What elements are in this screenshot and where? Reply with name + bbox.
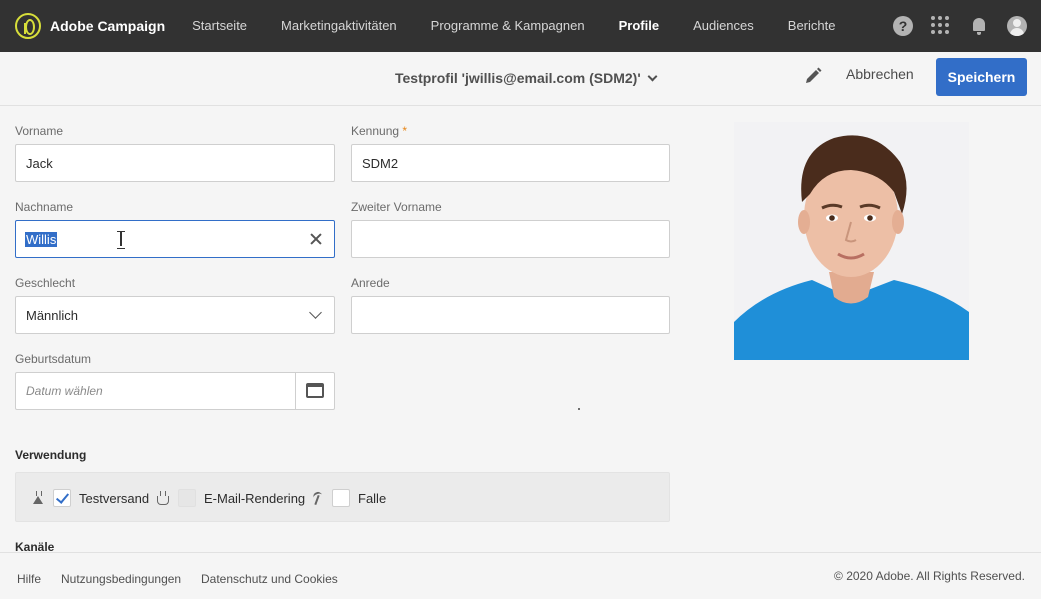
profile-photo[interactable] [734,122,969,360]
usage-email-rendering: E-Mail-Rendering [157,489,305,507]
email-rendering-checkbox[interactable] [178,489,196,507]
date-picker-button[interactable] [295,373,334,409]
calendar-icon [306,383,324,398]
kennung-field[interactable]: SDM2 [351,144,670,182]
vorname-label: Vorname [15,124,64,138]
usage-testversand: Testversand [32,489,149,507]
profile-photo-illustration [734,122,969,360]
trap-icon [311,491,323,505]
verwendung-title: Verwendung [15,448,87,462]
required-mark: * [402,124,408,138]
zweiter-vorname-field[interactable] [351,220,670,258]
falle-label: Falle [358,490,387,506]
geschlecht-value: Männlich [26,307,79,323]
kennung-label: Kennung * [351,124,407,138]
clear-icon[interactable] [310,233,322,245]
nav-item-startseite[interactable]: Startseite [175,0,264,52]
usage-falle: Falle [311,489,386,507]
footer-link-datenschutz[interactable]: Datenschutz und Cookies [201,572,338,586]
bell-icon[interactable] [969,16,989,36]
flask-check-icon [157,491,169,505]
geschlecht-select[interactable]: Männlich [15,296,335,334]
email-rendering-label: E-Mail-Rendering [204,490,306,506]
footer-link-hilfe[interactable]: Hilfe [17,572,41,586]
nachname-label: Nachname [15,200,74,214]
header-icons: ? [893,0,1027,52]
nav-item-profile[interactable]: Profile [602,0,676,52]
nav-item-audiences[interactable]: Audiences [676,0,771,52]
profile-title-dropdown[interactable]: Testprofil 'jwillis@email.com (SDM2)' [395,70,658,86]
nachname-field[interactable]: Willis [15,220,335,258]
geschlecht-label: Geschlecht [15,276,76,290]
vorname-field[interactable]: Jack [15,144,335,182]
text-cursor-icon [117,231,125,249]
app-name: Adobe Campaign [50,18,166,34]
testversand-checkbox[interactable] [53,489,71,507]
anrede-label: Anrede [351,276,390,290]
anrede-field[interactable] [351,296,670,334]
kennung-label-text: Kennung [351,124,400,138]
usage-box: Testversand E-Mail-Rendering Falle [15,472,670,522]
help-icon[interactable]: ? [893,16,913,36]
geburtsdatum-field[interactable]: Datum wählen [15,372,335,410]
top-navigation: Adobe Campaign Startseite Marketingaktiv… [0,0,1041,52]
zweiter-vorname-label: Zweiter Vorname [351,200,442,214]
geburtsdatum-placeholder: Datum wählen [26,384,103,398]
nav-item-programme-kampagnen[interactable]: Programme & Kampagnen [414,0,602,52]
falle-checkbox[interactable] [332,489,350,507]
avatar-icon[interactable] [1007,16,1027,36]
footer: Hilfe Nutzungsbedingungen Datenschutz un… [0,552,1041,599]
main-menu: Startseite Marketingaktivitäten Programm… [175,0,852,52]
page-title: Testprofil 'jwillis@email.com (SDM2)' [395,70,641,86]
vorname-value: Jack [26,155,53,171]
pencil-icon[interactable] [803,66,823,86]
chevron-down-icon [647,71,658,81]
stray-dot [578,408,580,410]
nav-item-marketingaktivitaeten[interactable]: Marketingaktivitäten [264,0,414,52]
flask-icon [32,491,44,505]
chevron-down-icon [309,306,322,319]
adobe-campaign-logo-icon [15,13,41,39]
nav-item-berichte[interactable]: Berichte [771,0,853,52]
save-button[interactable]: Speichern [936,58,1027,96]
kennung-value: SDM2 [362,155,399,171]
nachname-value: Willis [25,231,58,247]
footer-link-nutzungsbedingungen[interactable]: Nutzungsbedingungen [61,572,181,586]
copyright: © 2020 Adobe. All Rights Reserved. [834,569,1025,583]
apps-icon[interactable] [931,16,951,36]
geburtsdatum-label: Geburtsdatum [15,352,92,366]
cancel-button[interactable]: Abbrechen [840,66,920,82]
testversand-label: Testversand [79,490,150,506]
brand[interactable]: Adobe Campaign [15,13,165,39]
